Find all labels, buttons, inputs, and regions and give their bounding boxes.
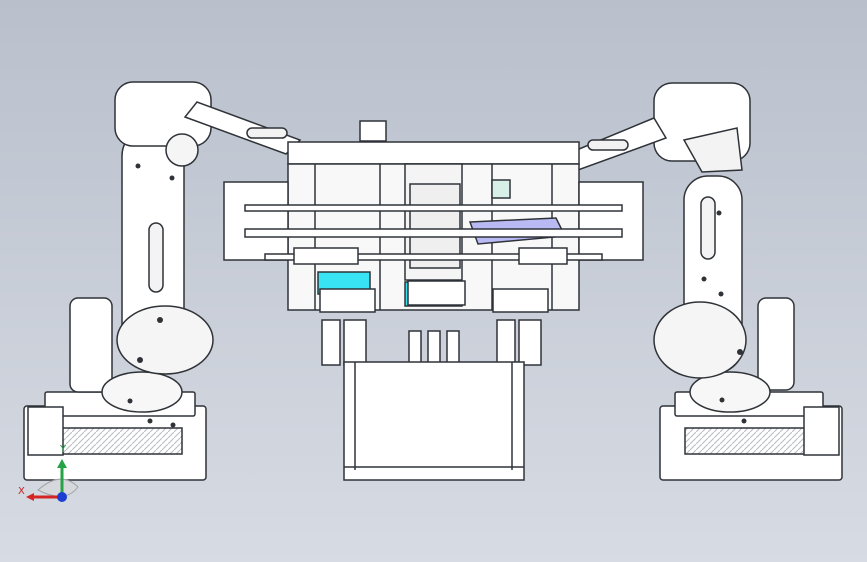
- sensor-1: [321, 319, 341, 366]
- left-base-detail: [61, 427, 183, 455]
- x-axis-label: X: [18, 486, 25, 497]
- fixture-top-clamp: [359, 120, 387, 142]
- fixture-right-cylinder: [518, 247, 568, 265]
- fixture-left-cylinder: [293, 247, 359, 265]
- fixture-right-wing: [578, 181, 644, 261]
- sensor-7: [518, 319, 542, 366]
- left-side-block: [27, 406, 64, 456]
- left-bolt-5: [127, 398, 133, 404]
- fixture-lower-left-box: [319, 288, 376, 313]
- left-elbow-joint: [165, 133, 199, 167]
- fixture-lower-right-box: [492, 288, 549, 313]
- left-bolt-1: [135, 163, 141, 169]
- left-shoulder-joint: [116, 305, 214, 375]
- right-bolt-1: [716, 210, 722, 216]
- right-arm-slot: [700, 196, 716, 260]
- left-motor-housing: [69, 297, 113, 393]
- fixture-left-wing: [223, 181, 289, 261]
- left-bolt-4: [137, 357, 143, 363]
- cad-viewport[interactable]: X Y: [0, 0, 867, 562]
- right-shoulder-joint: [653, 301, 747, 379]
- right-bolt-5: [719, 397, 725, 403]
- right-bolt-3: [718, 291, 724, 297]
- right-side-block: [803, 406, 840, 456]
- sensor-6: [496, 319, 516, 366]
- left-bolt-7: [170, 422, 176, 428]
- left-bolt-6: [147, 418, 153, 424]
- left-bolt-3: [157, 317, 163, 323]
- right-bolt-4: [737, 349, 743, 355]
- right-bolt-2: [701, 276, 707, 282]
- right-motor-housing: [757, 297, 795, 391]
- left-forearm-slot: [246, 127, 288, 139]
- right-forearm-slot: [587, 139, 629, 151]
- right-bolt-6: [741, 418, 747, 424]
- fixture-top-frame: [287, 141, 580, 165]
- fixture-support-stand: [343, 361, 525, 481]
- left-arm-slot: [148, 222, 164, 293]
- fixture-green-part: [491, 179, 511, 199]
- fixture-horizontal-rail-1: [244, 204, 623, 212]
- left-bolt-2: [169, 175, 175, 181]
- left-turret: [101, 371, 183, 413]
- right-base-detail: [684, 427, 806, 455]
- assembly-view[interactable]: X Y: [0, 0, 867, 562]
- fixture-lower-center-box: [407, 280, 466, 306]
- z-axis-origin: [57, 492, 67, 502]
- fixture-horizontal-rail-2: [244, 228, 623, 238]
- y-axis-label: Y: [59, 444, 67, 455]
- sensor-2: [343, 319, 367, 366]
